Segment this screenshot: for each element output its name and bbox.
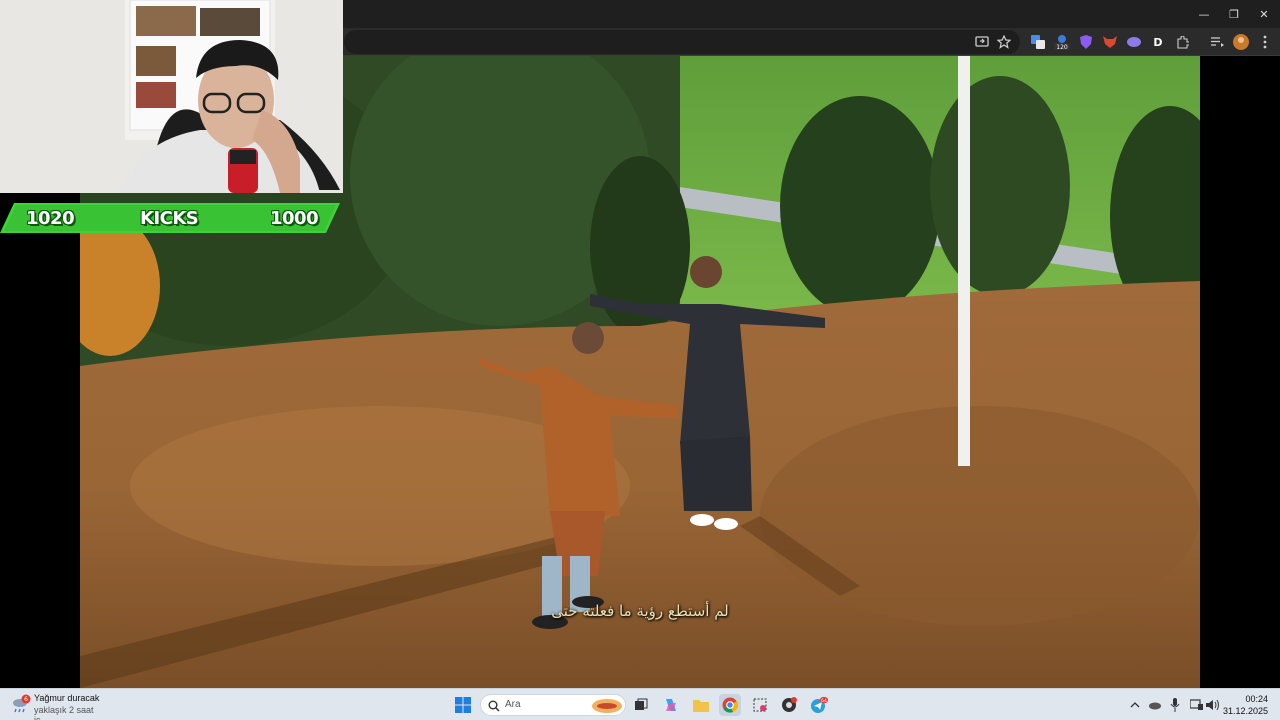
system-clock[interactable]: 00:24 31.12.2025 <box>1223 693 1268 717</box>
translate-icon[interactable] <box>1028 32 1048 52</box>
extension-badge-icon[interactable]: 120 <box>1052 32 1072 52</box>
rain-cloud-icon: 6 <box>13 694 31 713</box>
webcam-overlay <box>0 0 343 193</box>
close-button[interactable]: ✕ <box>1247 0 1280 28</box>
taskbar-search-input[interactable]: Ara <box>480 694 626 716</box>
kicks-counter: 1020 KICKS 1000 <box>0 203 340 233</box>
kicks-label: KICKS <box>140 208 199 229</box>
media-queue-icon[interactable] <box>1207 32 1227 52</box>
clock-date: 31.12.2025 <box>1222 706 1268 716</box>
svg-text:120: 120 <box>1056 44 1068 51</box>
cast-icon[interactable] <box>972 32 992 52</box>
search-highlight-icon <box>592 699 622 713</box>
chrome-taskbar-icon[interactable] <box>719 694 741 716</box>
copilot-icon[interactable] <box>660 694 682 716</box>
bookmark-star-icon[interactable] <box>994 32 1014 52</box>
telegram-icon[interactable]: 64 <box>808 694 830 716</box>
kicks-left-value: 1020 <box>26 208 75 229</box>
snipping-tool-icon[interactable] <box>749 694 771 716</box>
kicks-right-value: 1000 <box>270 208 319 229</box>
video-letterbox-right <box>1200 56 1280 688</box>
weather-subtitle: yaklaşık 2 saat iç... <box>34 705 94 720</box>
volume-icon[interactable] <box>1202 694 1224 716</box>
telegram-badge: 64 <box>821 698 827 704</box>
tray-chevron-up-icon[interactable] <box>1124 694 1146 716</box>
weather-widget[interactable]: 6 Yağmur duracak yaklaşık 2 saat iç... <box>0 689 110 720</box>
d-extension-icon[interactable]: D <box>1148 32 1168 52</box>
wave-extension-icon[interactable] <box>1124 32 1144 52</box>
obs-icon[interactable] <box>778 694 800 716</box>
shield-extension-icon[interactable] <box>1076 32 1096 52</box>
search-icon <box>488 700 500 712</box>
clock-time: 00:24 <box>1245 694 1268 704</box>
start-button[interactable] <box>452 694 474 716</box>
task-view-icon[interactable] <box>630 694 652 716</box>
minimize-button[interactable]: — <box>1187 0 1221 28</box>
microphone-icon[interactable] <box>1164 694 1186 716</box>
extensions-puzzle-icon[interactable] <box>1172 32 1192 52</box>
profile-avatar-icon[interactable] <box>1231 32 1251 52</box>
menu-dots-icon[interactable] <box>1255 32 1275 52</box>
restore-button[interactable]: ❐ <box>1217 0 1251 28</box>
video-subtitle: لم أستطع رؤية ما فعلته حتى <box>551 602 729 620</box>
onedrive-icon[interactable] <box>1144 694 1166 716</box>
screen: — ❐ ✕ 120 D لم أستطع رؤية ما فعلته حتى 1… <box>0 0 1280 720</box>
weather-badge: 6 <box>24 696 28 703</box>
address-bar[interactable] <box>344 30 1020 54</box>
search-placeholder: Ara <box>505 699 521 710</box>
weather-title: Yağmur duracak <box>34 693 100 703</box>
fox-extension-icon[interactable] <box>1100 32 1120 52</box>
file-explorer-icon[interactable] <box>690 694 712 716</box>
taskbar: 6 Yağmur duracak yaklaşık 2 saat iç... A… <box>0 688 1280 720</box>
